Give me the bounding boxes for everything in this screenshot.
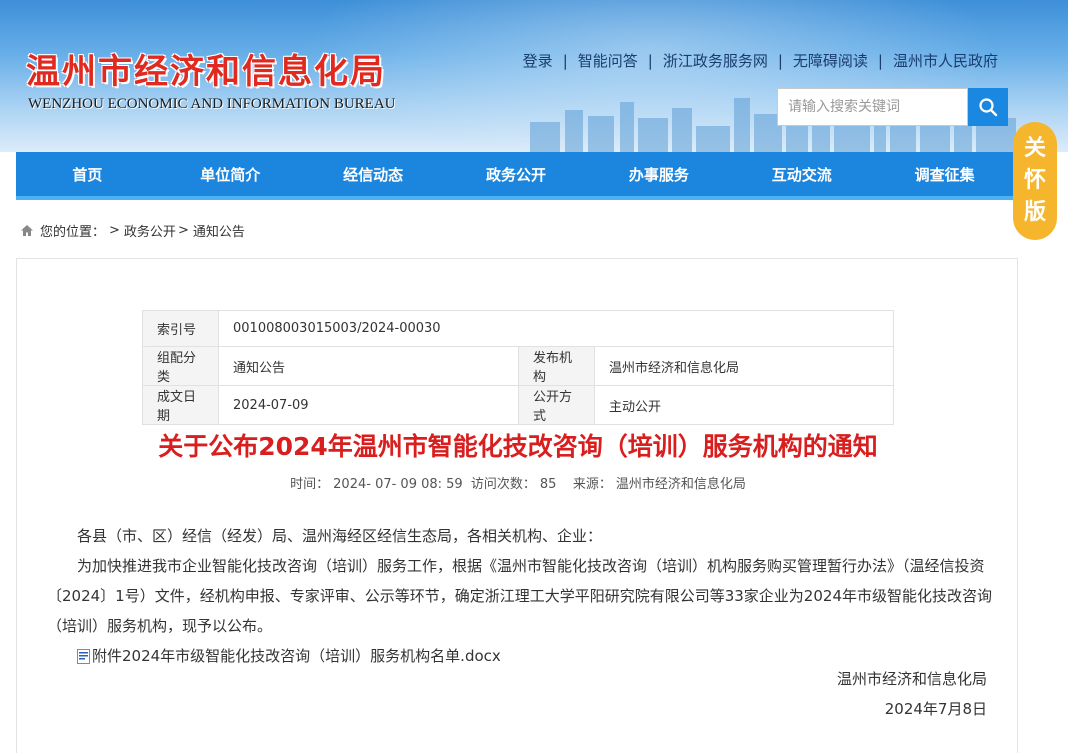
nav-item-gov-affairs[interactable]: 政务公开 [445,152,588,196]
paragraph-salutation: 各县（市、区）经信（经发）局、温州海经区经信生态局，各相关机构、企业： [77,527,603,545]
nav-item-about[interactable]: 单位简介 [159,152,302,196]
nav-item-interaction[interactable]: 互动交流 [730,152,873,196]
care-badge-char: 怀 [1023,168,1046,193]
disclosure-mode-label: 公开方式 [518,385,595,425]
time-value: 2024- 07- 09 08: 59 [333,477,463,492]
login-link[interactable]: 登录 [513,50,563,71]
date-label: 成文日期 [142,385,219,425]
search-box [777,88,1008,126]
visits-label: 访问次数： [470,477,536,492]
article-title: 关于公布2024年温州市智能化技改咨询（培训）服务机构的通知 [158,432,878,461]
article-info: 时间： 2024- 07- 09 08: 59 访问次数： 85 来源： 温州市经济和… [17,473,1019,492]
breadcrumb-gov-affairs[interactable]: 政务公开 [124,221,176,240]
index-value: 001008003015003/2024-00030 [218,310,894,347]
category-value: 通知公告 [218,346,519,386]
site-header: 温州市经济和信息化局 WENZHOU ECONOMIC AND INFORMAT… [0,0,1068,152]
disclosure-mode-value: 主动公开 [594,385,894,425]
accessibility-reading-link[interactable]: 无障碍阅读 [783,50,878,71]
breadcrumb-notices[interactable]: 通知公告 [193,221,245,240]
category-label: 组配分类 [142,346,219,386]
elderly-care-version-button[interactable]: 关 怀 版 [1013,122,1057,240]
search-button[interactable] [968,88,1008,126]
top-links: 登录 | 智能问答 | 浙江政务服务网 | 无障碍阅读 | 温州市人民政府 [513,50,1008,71]
signature-date: 2024年7月8日 [884,700,987,718]
search-icon [979,98,998,117]
smart-qa-link[interactable]: 智能问答 [568,50,648,71]
nav-item-survey[interactable]: 调查征集 [873,152,1016,196]
site-subtitle: WENZHOU ECONOMIC AND INFORMATION BUREAU [28,96,396,112]
article-panel: 索引号 001008003015003/2024-00030 组配分类 通知公告… [16,258,1018,753]
breadcrumb-separator: > [109,223,120,238]
signature-block: 温州市经济和信息化局 2024年7月8日 [837,664,987,724]
attachment-link[interactable]: 附件2024年市级智能化技改咨询（培训）服务机构名单.docx [92,641,501,671]
table-row: 成文日期 2024-07-09 公开方式 主动公开 [142,385,894,425]
signature-org: 温州市经济和信息化局 [836,670,987,688]
source-label: 来源： [572,477,612,492]
article-body: 各县（市、区）经信（经发）局、温州海经区经信生态局，各相关机构、企业： 为加快推… [47,521,992,671]
article-meta-table: 索引号 001008003015003/2024-00030 组配分类 通知公告… [142,310,894,425]
word-doc-icon [77,648,90,664]
nav-item-services[interactable]: 办事服务 [587,152,730,196]
care-badge-char: 关 [1023,136,1046,161]
index-label: 索引号 [142,310,219,347]
breadcrumb: 您的位置： > 政务公开 > 通知公告 [20,221,247,240]
breadcrumb-label: 您的位置： [40,225,106,240]
search-input[interactable] [777,88,968,126]
home-icon [20,224,34,237]
source-value: 温州市经济和信息化局 [615,477,746,492]
care-badge-char: 版 [1023,200,1046,225]
breadcrumb-separator: > [177,223,189,238]
wenzhou-gov-link[interactable]: 温州市人民政府 [883,50,1008,71]
paragraph-main: 为加快推进我市企业智能化技改咨询（培训）服务工作，根据《温州市智能化技改咨询（培… [47,557,992,635]
table-row: 组配分类 通知公告 发布机构 温州市经济和信息化局 [142,346,894,386]
nav-item-home[interactable]: 首页 [16,152,159,196]
visits-value: 85 [539,477,557,492]
publisher-value: 温州市经济和信息化局 [594,346,894,386]
publisher-label: 发布机构 [518,346,595,386]
time-label: 时间： [290,477,330,492]
site-title: 温州市经济和信息化局 [26,52,386,92]
zhejiang-gov-service-link[interactable]: 浙江政务服务网 [653,50,778,71]
nav-item-news[interactable]: 经信动态 [302,152,445,196]
main-nav: 首页 单位简介 经信动态 政务公开 办事服务 互动交流 调查征集 [16,152,1016,200]
date-value: 2024-07-09 [218,385,519,425]
table-row: 索引号 001008003015003/2024-00030 [142,310,894,347]
